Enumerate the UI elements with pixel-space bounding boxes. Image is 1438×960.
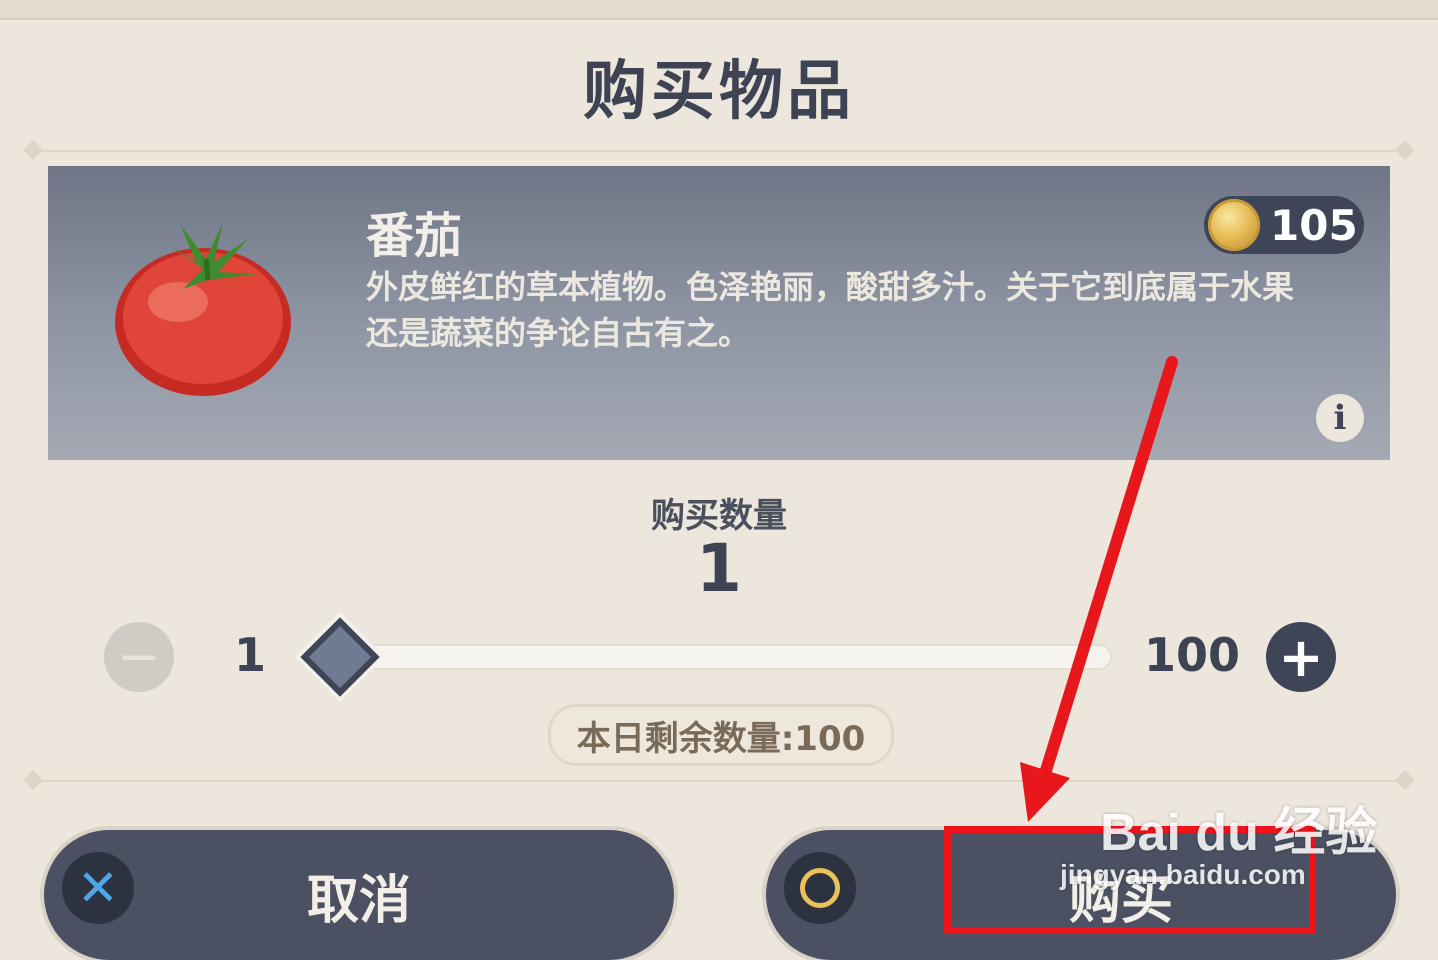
slider-thumb[interactable] — [300, 617, 380, 697]
cancel-button[interactable]: ✕ 取消 — [44, 830, 674, 960]
watermark-logo: Bai du 经验 — [1100, 804, 1378, 862]
tomato-icon — [115, 222, 291, 396]
title-divider — [30, 150, 1408, 152]
quantity-min: 1 — [234, 628, 267, 682]
bottom-divider — [30, 780, 1408, 782]
item-description: 外皮鲜红的草本植物。色泽艳丽，酸甜多汁。关于它到底属于水果还是蔬菜的争论自古有之… — [366, 268, 1295, 352]
price-badge: 105 — [1204, 196, 1364, 254]
daily-remaining-badge: 本日剩余数量:100 — [548, 704, 894, 766]
item-panel: 番茄 外皮鲜红的草本植物。色泽艳丽，酸甜多汁。关于它到底属于水果还是蔬菜的争论自… — [48, 166, 1390, 460]
mora-coin-icon — [1208, 199, 1260, 251]
cancel-label: 取消 — [306, 871, 411, 931]
info-icon[interactable]: i — [1316, 394, 1364, 442]
quantity-max: 100 — [1144, 628, 1241, 682]
decrease-button[interactable]: − — [104, 622, 174, 692]
quantity-value: 1 — [696, 530, 742, 607]
dialog-title: 购买物品 — [583, 55, 855, 129]
top-edge — [0, 0, 1438, 20]
quantity-slider[interactable] — [340, 644, 1112, 670]
baidu-watermark: Bai du 经验 jingyan.baidu.com — [1060, 790, 1378, 891]
item-name: 番茄 — [366, 208, 463, 264]
price-value: 105 — [1270, 200, 1358, 250]
increase-button[interactable]: + — [1266, 622, 1336, 692]
